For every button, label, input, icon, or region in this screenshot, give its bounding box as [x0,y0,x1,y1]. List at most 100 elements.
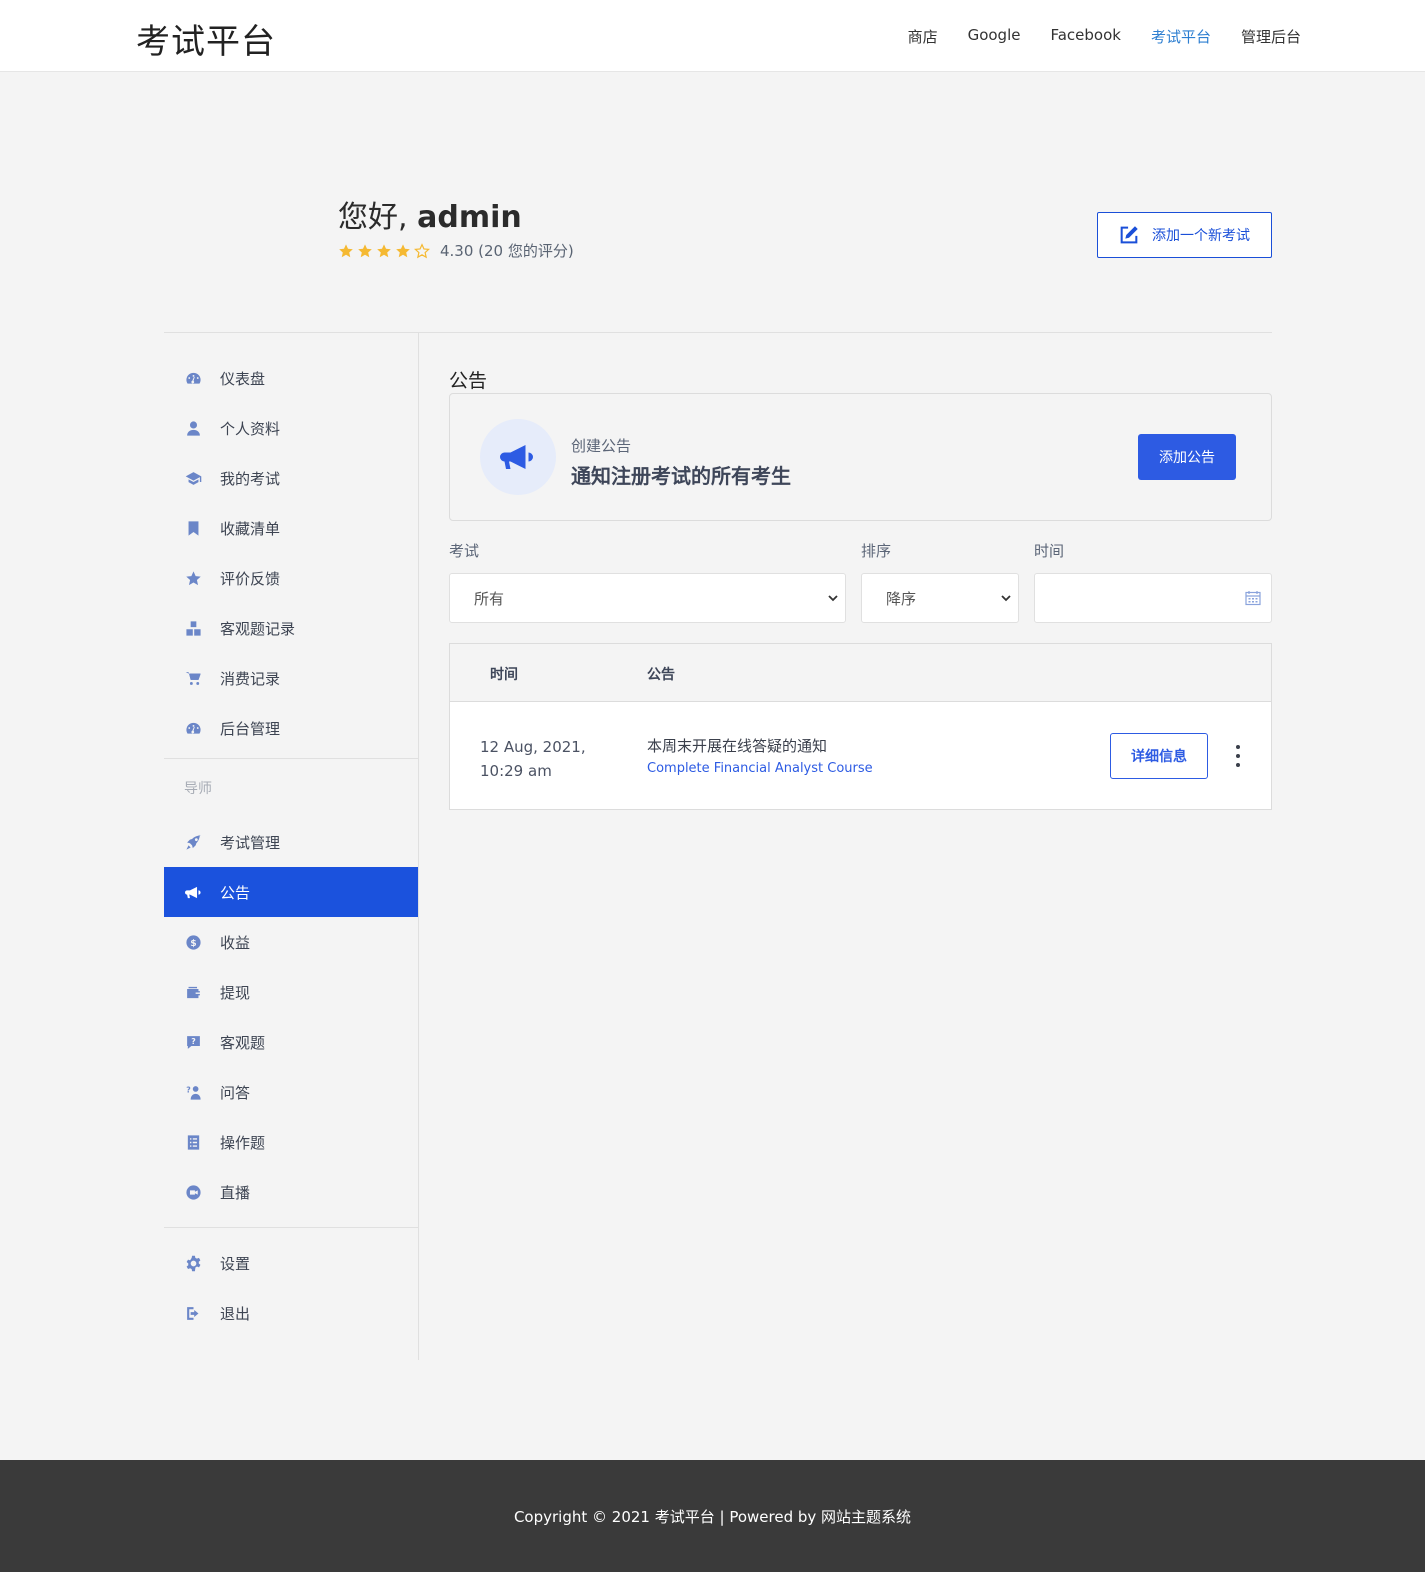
nav-link-google[interactable]: Google [968,26,1021,47]
edit-icon [1120,226,1138,244]
calendar-icon[interactable] [1245,590,1261,606]
add-announcement-button[interactable]: 添加公告 [1138,434,1236,480]
order-filter-label: 排序 [861,542,892,560]
list-icon [184,1133,202,1151]
create-announcement-headline: 通知注册考试的所有考生 [571,464,791,488]
star-empty-icon [414,242,430,258]
sidebar-item-backend[interactable]: 后台管理 [164,703,418,753]
star-full-icon [396,243,410,257]
exam-select[interactable]: 所有 [449,573,846,623]
sidebar-item-label: 考试管理 [220,833,281,852]
top-navbar: 考试平台 商店 Google Facebook 考试平台 管理后台 [0,0,1425,72]
announcement-course: Complete Financial Analyst Course [647,761,873,776]
announcements-table: 时间 公告 12 Aug, 2021, 10:29 am 本周末开展在线答疑的通… [449,643,1272,810]
exam-select-value: 所有 [474,589,505,608]
sidebar-item-live[interactable]: 直播 [164,1167,418,1217]
date-input[interactable] [1034,573,1272,623]
chevron-down-icon [1001,595,1011,602]
sidebar-item-reviews[interactable]: 评价反馈 [164,553,418,603]
megaphone-icon [500,445,533,469]
sidebar-item-label: 公告 [220,883,251,902]
nav-link-facebook[interactable]: Facebook [1050,26,1120,47]
exam-filter-label: 考试 [449,542,480,560]
sidebar-item-quiz[interactable]: ? 客观题 [164,1017,418,1067]
bookmark-icon [184,519,202,537]
sidebar-item-withdraw[interactable]: 提现 [164,967,418,1017]
create-announcement-card: 创建公告 通知注册考试的所有考生 添加公告 [449,393,1272,521]
sidebar-item-label: 客观题记录 [220,619,296,638]
username: admin [417,200,522,235]
sidebar-item-label: 评价反馈 [220,569,281,588]
sidebar-item-profile[interactable]: 个人资料 [164,403,418,453]
sidebar-item-logout[interactable]: 退出 [164,1288,418,1338]
announcement-date-line: 12 Aug, 2021, [480,738,586,756]
graduation-cap-icon [184,469,202,487]
question-icon: ? [184,1033,202,1051]
sidebar-item-settings[interactable]: 设置 [164,1238,418,1288]
megaphone-badge [480,419,556,495]
megaphone-icon [184,883,202,901]
dashboard-sidebar: 仪表盘 个人资料 我的考试 收藏清单 评价反馈 客观题记录 消费记录 后台管理 … [164,333,419,1360]
nav-link-shop[interactable]: 商店 [908,26,938,47]
sidebar-item-label: 仪表盘 [220,369,266,388]
sidebar-item-label: 我的考试 [220,469,281,488]
table-row: 12 Aug, 2021, 10:29 am 本周末开展在线答疑的通知 Comp… [450,702,1271,810]
sidebar-item-label: 后台管理 [220,719,281,738]
sidebar-section-heading: 导师 [184,781,212,797]
column-header-announcement: 公告 [647,667,675,683]
nav-link-exam-platform[interactable]: 考试平台 [1151,26,1211,47]
rating-stars [338,242,430,259]
sidebar-item-announcements[interactable]: 公告 [164,867,418,917]
order-select[interactable]: 降序 [861,573,1019,623]
announcement-title: 本周末开展在线答疑的通知 [647,737,828,755]
sidebar-item-wishlist[interactable]: 收藏清单 [164,503,418,553]
column-header-time: 时间 [490,667,518,683]
sidebar-item-label: 个人资料 [220,419,281,438]
star-full-icon [339,243,353,257]
sidebar-item-dashboard[interactable]: 仪表盘 [164,353,418,403]
main-nav: 商店 Google Facebook 考试平台 管理后台 [908,26,1301,47]
footer-copyright: Copyright © 2021 考试平台 | Powered by 网站主题系… [513,1507,912,1526]
order-select-value: 降序 [886,589,917,608]
sidebar-item-earnings[interactable]: $ 收益 [164,917,418,967]
add-new-exam-button[interactable]: 添加一个新考试 [1097,212,1272,258]
star-icon [184,569,202,587]
sidebar-item-label: 问答 [220,1083,251,1102]
announcement-time-line: 10:29 am [480,762,552,780]
sidebar-item-label: 收藏清单 [220,519,281,538]
details-button[interactable]: 详细信息 [1110,733,1208,779]
svg-text:?: ? [191,1036,196,1045]
dashboard-icon [184,719,202,737]
sidebar-item-label: 直播 [220,1183,251,1202]
sidebar-item-qa[interactable]: ? 问答 [164,1067,418,1117]
sidebar-item-label: 客观题 [220,1033,266,1052]
rating: 4.30 (20 您的评分) [338,240,574,261]
chevron-down-icon [828,595,838,602]
time-filter-label: 时间 [1034,542,1065,560]
table-header: 时间 公告 [450,644,1271,702]
sidebar-item-my-exams[interactable]: 我的考试 [164,453,418,503]
more-options-icon[interactable] [1230,745,1246,767]
user-icon [184,419,202,437]
dollar-icon: $ [184,933,202,951]
svg-text:?: ? [186,1085,191,1094]
sidebar-item-label: 提现 [220,983,251,1002]
svg-text:$: $ [190,938,196,949]
dashboard-icon [184,369,202,387]
cubes-icon [184,619,202,637]
rating-text: 4.30 (20 您的评分) [440,242,574,260]
star-full-icon [377,243,391,257]
sidebar-item-practical[interactable]: 操作题 [164,1117,418,1167]
sidebar-item-purchase-history[interactable]: 消费记录 [164,653,418,703]
add-new-exam-label: 添加一个新考试 [1152,227,1250,243]
sidebar-item-exam-management[interactable]: 考试管理 [164,817,418,867]
video-icon [184,1183,202,1201]
qa-icon: ? [184,1083,202,1101]
sidebar-item-label: 退出 [220,1304,251,1323]
site-brand[interactable]: 考试平台 [136,14,276,63]
rocket-icon [184,833,202,851]
gear-icon [184,1254,202,1272]
sidebar-item-quiz-records[interactable]: 客观题记录 [164,603,418,653]
announcement-date: 12 Aug, 2021, 10:29 am [480,735,600,783]
nav-link-admin[interactable]: 管理后台 [1241,26,1301,47]
